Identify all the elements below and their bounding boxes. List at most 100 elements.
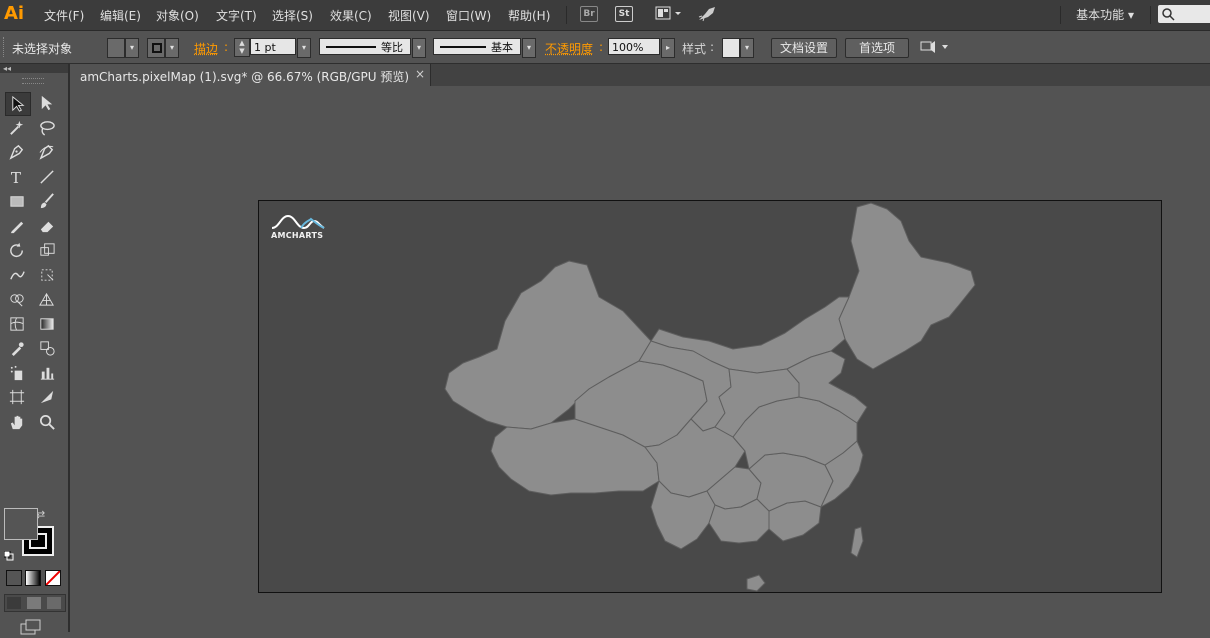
screen-mode-icon[interactable] bbox=[20, 619, 44, 638]
draw-normal-icon[interactable] bbox=[7, 597, 21, 609]
line-segment-tool[interactable] bbox=[35, 166, 59, 188]
opacity-field[interactable]: 100% bbox=[608, 38, 660, 55]
fill-color-box[interactable] bbox=[4, 508, 38, 540]
default-colors-icon[interactable] bbox=[3, 550, 14, 561]
pencil-tool[interactable] bbox=[5, 215, 29, 237]
artboard[interactable]: AMCHARTS bbox=[258, 200, 1162, 593]
curvature-tool[interactable] bbox=[35, 141, 59, 163]
brush-definition[interactable]: 基本 bbox=[433, 38, 521, 55]
symbol-sprayer-tool[interactable] bbox=[5, 362, 29, 384]
type-tool[interactable]: T bbox=[5, 166, 29, 188]
workspace-label: 基本功能 bbox=[1076, 8, 1125, 22]
rectangle-icon bbox=[10, 196, 24, 207]
stroke-swatch[interactable] bbox=[147, 38, 165, 58]
graphic-style-swatch[interactable] bbox=[722, 38, 740, 58]
paintbrush-icon bbox=[40, 193, 54, 209]
mesh-tool[interactable] bbox=[5, 313, 29, 335]
menu-effect[interactable]: 效果(C) bbox=[330, 7, 372, 24]
perspective-grid-tool[interactable] bbox=[35, 288, 59, 310]
arrange-documents-icon[interactable] bbox=[655, 6, 685, 25]
menu-help[interactable]: 帮助(H) bbox=[508, 7, 550, 24]
column-graph-tool[interactable] bbox=[35, 362, 59, 384]
map-region-hainan bbox=[746, 574, 766, 592]
profile-dropdown[interactable]: ▾ bbox=[412, 38, 426, 58]
hand-tool[interactable] bbox=[5, 411, 29, 433]
menu-window[interactable]: 窗口(W) bbox=[446, 7, 491, 24]
slice-tool[interactable] bbox=[35, 386, 59, 408]
draw-inside-icon[interactable] bbox=[47, 597, 61, 609]
close-tab-icon[interactable]: × bbox=[415, 67, 425, 81]
opacity-label[interactable]: 不透明度 bbox=[545, 40, 593, 57]
none-mode-icon[interactable] bbox=[45, 570, 61, 586]
style-label: 样式 bbox=[682, 42, 707, 56]
gpu-rocket-icon[interactable] bbox=[697, 5, 717, 26]
hand-icon bbox=[10, 415, 23, 429]
curvature-icon bbox=[39, 144, 54, 160]
rotate-icon bbox=[10, 242, 23, 258]
brush-dropdown[interactable]: ▾ bbox=[522, 38, 536, 58]
search-icon bbox=[1162, 8, 1175, 21]
rotate-tool[interactable] bbox=[5, 239, 29, 261]
lasso-tool[interactable] bbox=[35, 117, 59, 139]
menu-select[interactable]: 选择(S) bbox=[272, 7, 313, 24]
stroke-weight-dropdown[interactable]: ▾ bbox=[297, 38, 311, 58]
blend-tool[interactable] bbox=[35, 337, 59, 359]
opacity-slider-button[interactable]: ▸ bbox=[661, 38, 675, 58]
zoom-tool[interactable] bbox=[35, 411, 59, 433]
pen-tool[interactable] bbox=[5, 141, 29, 163]
magic-wand-tool[interactable] bbox=[5, 117, 29, 139]
color-mode-icon[interactable] bbox=[6, 570, 22, 586]
fill-dropdown[interactable]: ▾ bbox=[125, 38, 139, 58]
shape-builder-icon bbox=[10, 294, 24, 307]
grip-handle[interactable] bbox=[3, 37, 6, 57]
type-icon: T bbox=[11, 169, 21, 186]
toolbox-grip[interactable] bbox=[22, 78, 44, 84]
preferences-button[interactable]: 首选项 bbox=[845, 38, 909, 58]
eraser-tool[interactable] bbox=[35, 215, 59, 237]
menu-divider bbox=[1150, 6, 1151, 24]
stock-button[interactable]: St bbox=[615, 6, 633, 22]
menu-edit[interactable]: 编辑(E) bbox=[100, 7, 141, 24]
eraser-icon bbox=[40, 221, 54, 232]
bridge-button[interactable]: Br bbox=[580, 6, 598, 22]
fill-swatch[interactable] bbox=[107, 38, 125, 58]
draw-behind-icon[interactable] bbox=[27, 597, 41, 609]
selection-tool[interactable] bbox=[5, 92, 31, 116]
warp-tool[interactable] bbox=[5, 264, 29, 286]
rectangle-tool[interactable] bbox=[5, 190, 29, 212]
chevron-down-icon: ▾ bbox=[1127, 8, 1134, 22]
artboard-tool[interactable] bbox=[5, 386, 29, 408]
menu-object[interactable]: 对象(O) bbox=[156, 7, 199, 24]
menu-view[interactable]: 视图(V) bbox=[388, 7, 430, 24]
gradient-mode-icon[interactable] bbox=[25, 570, 41, 586]
stroke-weight-field[interactable]: 1 pt bbox=[250, 38, 296, 55]
amcharts-logo-icon bbox=[271, 214, 325, 230]
svg-text:T: T bbox=[11, 169, 21, 186]
gradient-tool[interactable] bbox=[35, 313, 59, 335]
stroke-stepper[interactable]: ▲ ▼ bbox=[234, 38, 250, 57]
scale-tool[interactable] bbox=[35, 239, 59, 261]
tools-panel: ◂◂ T ⇄ bbox=[0, 64, 70, 635]
document-tab[interactable]: amCharts.pixelMap (1).svg* @ 66.67% (RGB… bbox=[70, 64, 431, 86]
amcharts-logo-text: AMCHARTS bbox=[271, 231, 324, 240]
variable-width-profile[interactable]: 等比 bbox=[319, 38, 411, 55]
collapse-panel-icon[interactable]: ◂◂ bbox=[0, 64, 68, 73]
workspace-switcher[interactable]: 基本功能 ▾ bbox=[1076, 6, 1134, 23]
line-segment-icon bbox=[40, 169, 54, 184]
shape-builder-tool[interactable] bbox=[5, 288, 29, 310]
menu-type[interactable]: 文字(T) bbox=[216, 7, 257, 24]
menu-file[interactable]: 文件(F) bbox=[44, 7, 84, 24]
search-input[interactable] bbox=[1158, 5, 1210, 23]
panel-menu-icon[interactable] bbox=[920, 39, 950, 58]
paintbrush-tool[interactable] bbox=[35, 190, 59, 212]
stroke-label[interactable]: 描边 bbox=[194, 40, 218, 57]
colon: : bbox=[599, 40, 604, 54]
graphic-style-dropdown[interactable]: ▾ bbox=[740, 38, 754, 58]
direct-selection-tool[interactable] bbox=[35, 92, 59, 114]
document-setup-button[interactable]: 文档设置 bbox=[771, 38, 837, 58]
eyedropper-tool[interactable] bbox=[5, 337, 29, 359]
warp-icon bbox=[10, 270, 25, 280]
free-transform-tool[interactable] bbox=[35, 264, 59, 286]
map-region-taiwan bbox=[850, 526, 864, 558]
stroke-dropdown[interactable]: ▾ bbox=[165, 38, 179, 58]
